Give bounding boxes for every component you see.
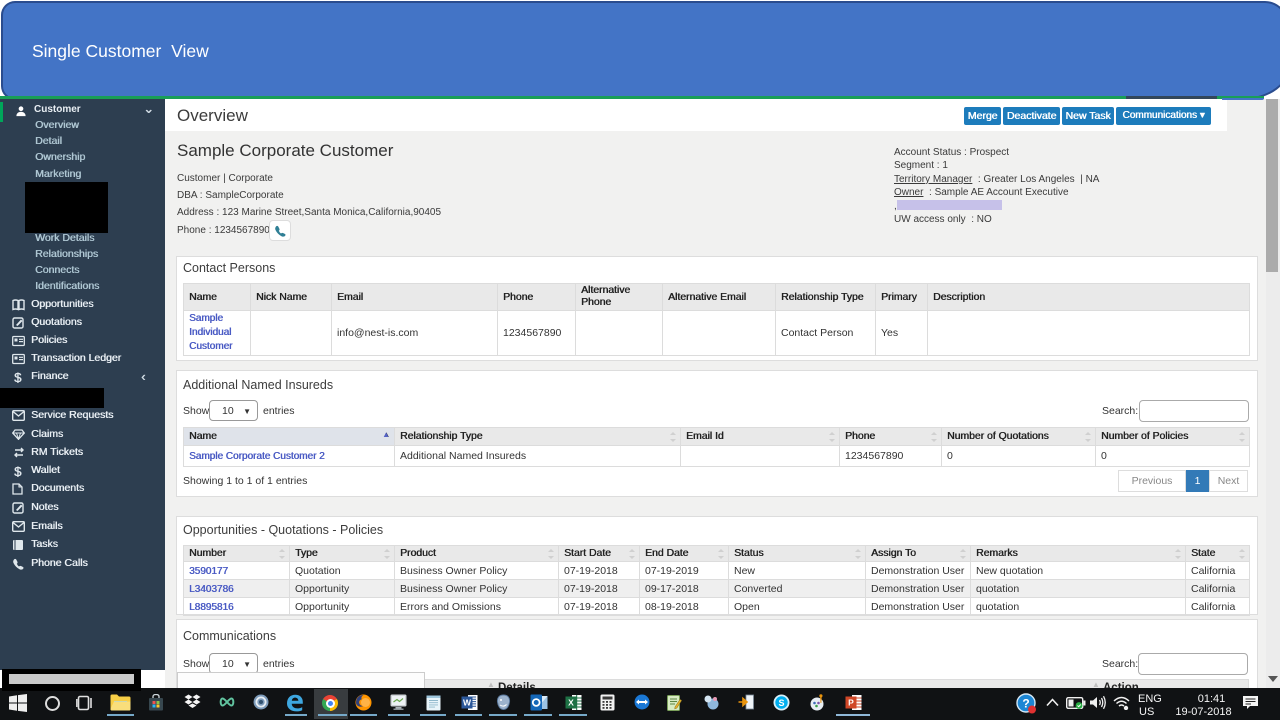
svg-text:X: X [568,698,574,708]
svg-text:P: P [848,698,854,708]
svg-text:W: W [463,698,472,708]
svg-text:S: S [778,698,784,708]
